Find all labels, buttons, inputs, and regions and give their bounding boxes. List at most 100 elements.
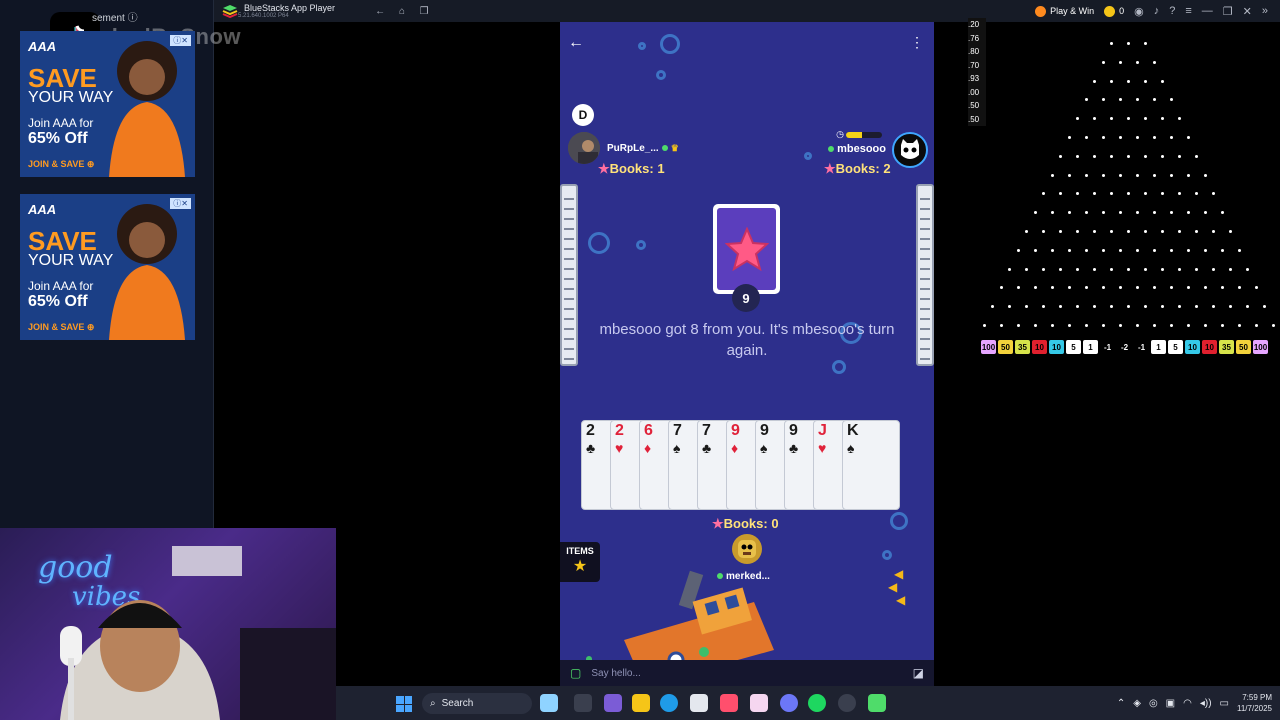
plinko-peg: [1186, 248, 1190, 252]
taskbar-clock[interactable]: 7:59 PM 11/7/2025: [1237, 692, 1272, 714]
help-icon[interactable]: ?: [1169, 5, 1175, 17]
plinko-peg: [1118, 211, 1122, 215]
plinko-peg: [1246, 305, 1249, 309]
plinko-peg: [1161, 154, 1164, 158]
draw-pile-card[interactable]: [713, 204, 780, 294]
wifi-icon[interactable]: ◠: [1183, 698, 1192, 709]
close-icon[interactable]: ✕: [1243, 5, 1252, 18]
plinko-peg: [1169, 286, 1173, 290]
opponent-left-books: ★Books: 1: [598, 161, 665, 176]
plinko-peg: [1246, 267, 1249, 271]
profile-avatar-icon[interactable]: ◉: [1134, 5, 1144, 18]
plinko-peg: [1067, 136, 1071, 139]
plinko-peg: [1033, 324, 1037, 327]
plinko-peg: [1101, 136, 1105, 139]
multi-window-icon[interactable]: ❐: [417, 4, 431, 18]
teams-icon[interactable]: [604, 694, 622, 712]
opponent-right-name-row: mbesooo: [825, 143, 886, 155]
plinko-peg: [1042, 267, 1045, 271]
copilot-icon[interactable]: [720, 694, 738, 712]
coin-balance[interactable]: 0: [1104, 5, 1125, 17]
taskbar-app-icon[interactable]: [750, 694, 768, 712]
obs-icon[interactable]: [838, 694, 856, 712]
plinko-peg: [1152, 286, 1156, 290]
card-suit-icon: ♣: [586, 440, 596, 456]
play-win-button[interactable]: Play & Win: [1035, 5, 1094, 17]
task-view-icon[interactable]: [574, 694, 592, 712]
chat-bubble-icon[interactable]: ▢: [570, 666, 581, 680]
windows-start-icon[interactable]: [396, 696, 412, 712]
crown-icon: ♛: [670, 143, 679, 153]
decor-bubble: [660, 34, 680, 54]
fish-icon: ◀: [896, 593, 906, 607]
opponent-left-avatar[interactable]: [568, 132, 600, 164]
notification-bell-icon[interactable]: ♪: [1154, 5, 1160, 17]
player-avatar[interactable]: [732, 534, 762, 564]
plinko-peg: [1008, 267, 1011, 271]
plinko-slot: 1: [1083, 340, 1098, 354]
plinko-peg: [1161, 192, 1164, 196]
taskbar-search[interactable]: ⌕ Search: [422, 693, 532, 714]
plinko-peg: [1110, 305, 1113, 309]
chat-input[interactable]: Say hello...: [591, 668, 912, 679]
hamburger-menu-icon[interactable]: ≡: [1185, 5, 1191, 17]
plinko-peg: [1152, 248, 1156, 252]
star-icon: ★: [598, 161, 610, 176]
ad-cta[interactable]: JOIN & SAVE ⊕: [28, 322, 94, 333]
card-rank: J: [818, 422, 827, 439]
plinko-peg: [1237, 324, 1241, 327]
plinko-peg: [1127, 230, 1130, 233]
hand-card[interactable]: K ♠: [842, 420, 900, 510]
plinko-peg: [1169, 248, 1173, 252]
minimize-icon[interactable]: —: [1202, 5, 1213, 17]
sidebar-collapse-icon[interactable]: »: [1262, 5, 1268, 17]
card-suit-icon: ♥: [818, 440, 827, 456]
decor-bubble: [638, 42, 646, 50]
more-options-icon[interactable]: ⋮: [910, 34, 924, 51]
items-button[interactable]: ITEMS ★: [560, 542, 600, 582]
plinko-peg: [1195, 192, 1198, 196]
volume-icon[interactable]: ◂)): [1200, 698, 1212, 709]
clock-time: 7:59 PM: [1242, 693, 1272, 702]
taskbar-app-icon[interactable]: [540, 694, 558, 712]
plinko-slot: 10: [1049, 340, 1064, 354]
back-arrow-icon[interactable]: ←: [568, 34, 584, 52]
tray-app-icon[interactable]: ◈: [1133, 698, 1141, 709]
plinko-slot: 5: [1066, 340, 1081, 354]
aaa-ad-banner[interactable]: ⓘ✕ AAA SAVE YOUR WAY Join AAA for 65% Of…: [20, 31, 195, 177]
tray-app-icon[interactable]: ▣: [1166, 698, 1175, 709]
bluestacks-icon[interactable]: [868, 694, 886, 712]
starfish-icon: [724, 227, 769, 271]
ad-panel: sement ⓘ erkedBySnow ⓘ✕ AAA SAVE YOUR WA…: [0, 0, 241, 528]
edge-browser-icon[interactable]: [660, 694, 678, 712]
emoji-sticker-icon[interactable]: ◪: [913, 666, 924, 680]
ad-cta[interactable]: JOIN & SAVE ⊕: [28, 159, 94, 170]
plinko-peg: [1161, 267, 1164, 271]
file-explorer-icon[interactable]: [632, 694, 650, 712]
plinko-peg: [1093, 230, 1096, 233]
store-icon[interactable]: [690, 694, 708, 712]
plinko-peg: [1008, 305, 1011, 309]
plinko-slot: 100: [981, 340, 996, 354]
battery-icon[interactable]: ▭: [1220, 698, 1229, 709]
coin-count: 0: [1119, 6, 1125, 16]
back-arrow-icon[interactable]: ←: [373, 4, 387, 18]
app-title: BlueStacks App Player: [244, 2, 336, 13]
plinko-peg: [1067, 248, 1071, 252]
screen: sement ⓘ erkedBySnow ⓘ✕ AAA SAVE YOUR WA…: [0, 0, 1280, 720]
spotify-icon[interactable]: [808, 694, 826, 712]
aaa-ad-banner[interactable]: ⓘ✕ AAA SAVE YOUR WAY Join AAA for 65% Of…: [20, 194, 195, 340]
restore-icon[interactable]: ❐: [1223, 5, 1233, 18]
plinko-peg: [1101, 60, 1105, 64]
home-icon[interactable]: ⌂: [395, 4, 409, 18]
opponent-right-avatar[interactable]: [892, 132, 928, 168]
tray-app-icon[interactable]: ◎: [1149, 698, 1158, 709]
plinko-peg: [1203, 211, 1207, 215]
chevron-up-icon[interactable]: ⌃: [1117, 698, 1125, 709]
turn-timer-bar: [846, 132, 882, 138]
plinko-peg: [1050, 324, 1054, 327]
discord-icon[interactable]: [780, 694, 798, 712]
plinko-peg: [1118, 136, 1122, 139]
plinko-peg: [1110, 230, 1113, 233]
plinko-peg: [1135, 286, 1139, 290]
